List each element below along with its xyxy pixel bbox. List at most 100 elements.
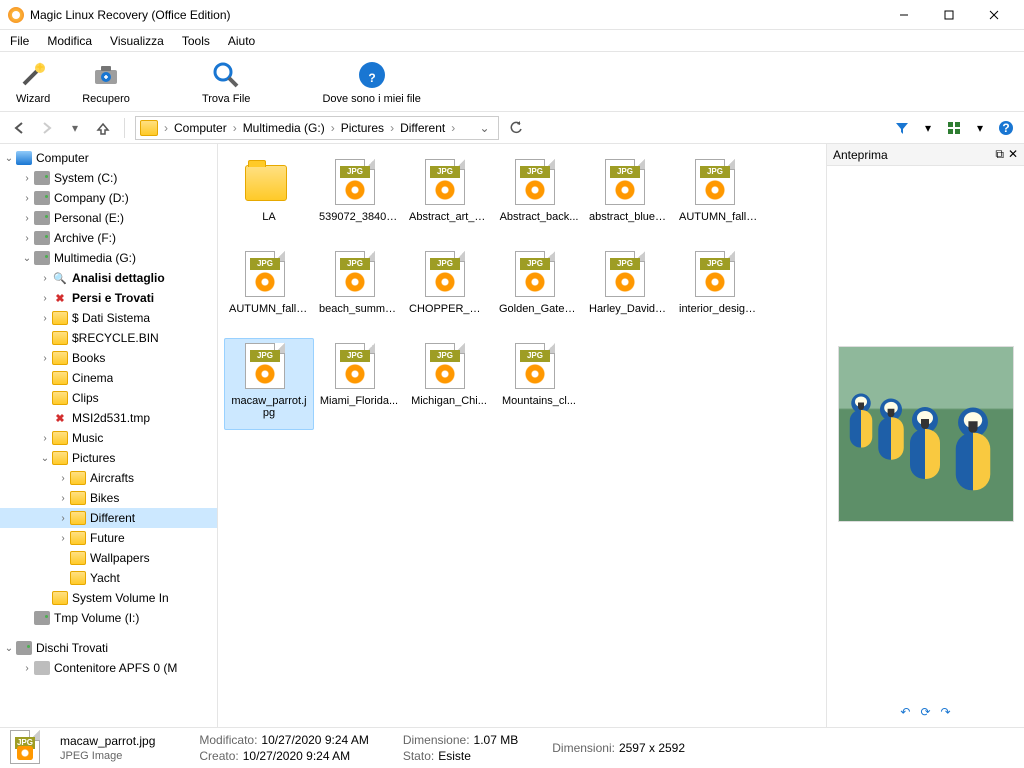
collapse-icon[interactable]: ⌄ (20, 253, 34, 264)
close-preview-button[interactable]: ✕ (1008, 147, 1018, 162)
tree-drive-i[interactable]: Tmp Volume (I:) (0, 608, 217, 628)
tree-music[interactable]: › Music (0, 428, 217, 448)
folder-tree[interactable]: ⌄ Computer › System (C:) › Company (D:) … (0, 144, 218, 727)
tree-yacht[interactable]: Yacht (0, 568, 217, 588)
status-filetype: JPEG Image (60, 750, 155, 762)
expand-icon[interactable]: › (56, 513, 70, 524)
popout-button[interactable]: ⧉ (995, 147, 1004, 162)
file-item-selected[interactable]: JPG macaw_parrot.jpg (224, 338, 314, 430)
expand-icon[interactable]: › (20, 173, 34, 184)
file-item[interactable]: JPG Harley_Davids... (584, 246, 674, 338)
file-item[interactable]: JPG interior_design... (674, 246, 764, 338)
menu-file[interactable]: File (8, 32, 31, 50)
collapse-icon[interactable]: ⌄ (2, 643, 16, 654)
tree-apfs[interactable]: › Contenitore APFS 0 (M (0, 658, 217, 678)
tree-bikes[interactable]: › Bikes (0, 488, 217, 508)
help-button[interactable]: ? (996, 118, 1016, 138)
expand-icon[interactable]: › (38, 313, 52, 324)
close-button[interactable] (971, 0, 1016, 30)
menu-tools[interactable]: Tools (180, 32, 212, 50)
menu-help[interactable]: Aiuto (226, 32, 257, 50)
file-item[interactable]: JPG abstract_blue_... (584, 154, 674, 246)
crumb-computer[interactable]: Computer (170, 121, 231, 135)
folder-item[interactable]: LA (224, 154, 314, 246)
expand-icon[interactable]: › (20, 663, 34, 674)
tree-analisi[interactable]: › 🔍 Analisi dettaglio (0, 268, 217, 288)
wizard-button[interactable]: Wizard (10, 57, 56, 107)
crumb-different[interactable]: Different (396, 121, 449, 135)
tree-persi[interactable]: › ✖ Persi e Trovati (0, 288, 217, 308)
jpg-icon: JPG (695, 159, 735, 205)
maximize-button[interactable] (926, 0, 971, 30)
rotate-left-button[interactable]: ↶ (900, 705, 910, 719)
tree-pictures[interactable]: ⌄ Pictures (0, 448, 217, 468)
file-item[interactable]: JPG Golden_Gate_f... (494, 246, 584, 338)
tree-computer[interactable]: ⌄ Computer (0, 148, 217, 168)
tree-found-disks[interactable]: ⌄ Dischi Trovati (0, 638, 217, 658)
expand-icon[interactable]: › (38, 353, 52, 364)
file-item[interactable]: JPG CHOPPER_mo... (404, 246, 494, 338)
file-item[interactable]: JPG Michigan_Chi... (404, 338, 494, 430)
chevron-down-icon[interactable]: ⌄ (475, 121, 493, 135)
tree-aircrafts[interactable]: › Aircrafts (0, 468, 217, 488)
svg-text:?: ? (1002, 121, 1009, 135)
refresh-preview-button[interactable]: ⟳ (920, 705, 930, 719)
tree-drive-g[interactable]: ⌄ Multimedia (G:) (0, 248, 217, 268)
tree-drive-e[interactable]: › Personal (E:) (0, 208, 217, 228)
recovery-button[interactable]: Recupero (76, 57, 136, 107)
expand-icon[interactable]: › (20, 213, 34, 224)
tree-drive-f[interactable]: › Archive (F:) (0, 228, 217, 248)
file-item[interactable]: JPG Abstract_back... (494, 154, 584, 246)
file-item[interactable]: JPG 539072_3840x... (314, 154, 404, 246)
where-button[interactable]: ? Dove sono i miei file (316, 57, 426, 107)
minimize-button[interactable] (881, 0, 926, 30)
view-dropdown[interactable]: ▾ (970, 118, 990, 138)
crumb-drive[interactable]: Multimedia (G:) (239, 121, 329, 135)
filter-dropdown[interactable]: ▾ (918, 118, 938, 138)
tree-wallpapers[interactable]: Wallpapers (0, 548, 217, 568)
file-item[interactable]: JPG AUTUMN_fall_... (224, 246, 314, 338)
file-item[interactable]: JPG beach_summe... (314, 246, 404, 338)
file-item[interactable]: JPG Mountains_cl... (494, 338, 584, 430)
find-button[interactable]: Trova File (196, 57, 257, 107)
expand-icon[interactable]: › (56, 473, 70, 484)
forward-button[interactable] (36, 117, 58, 139)
refresh-button[interactable] (505, 117, 527, 139)
expand-icon[interactable]: › (38, 293, 52, 304)
file-grid[interactable]: LA JPG 539072_3840x... JPG Abstract_art_… (218, 144, 826, 727)
back-button[interactable] (8, 117, 30, 139)
crumb-pictures[interactable]: Pictures (337, 121, 388, 135)
file-item[interactable]: JPG Abstract_art_b... (404, 154, 494, 246)
tree-sysvol[interactable]: System Volume In (0, 588, 217, 608)
file-item[interactable]: JPG Miami_Florida... (314, 338, 404, 430)
collapse-icon[interactable]: ⌄ (38, 453, 52, 464)
menu-edit[interactable]: Modifica (45, 32, 94, 50)
history-dropdown[interactable]: ▾ (64, 117, 86, 139)
tree-different[interactable]: › Different (0, 508, 217, 528)
tree-cinema[interactable]: Cinema (0, 368, 217, 388)
view-button[interactable] (944, 118, 964, 138)
filter-button[interactable] (892, 118, 912, 138)
tree-recycle[interactable]: $RECYCLE.BIN (0, 328, 217, 348)
expand-icon[interactable]: › (20, 193, 34, 204)
tree-clips[interactable]: Clips (0, 388, 217, 408)
expand-icon[interactable]: › (38, 273, 52, 284)
folder-icon (245, 165, 287, 201)
tree-dati[interactable]: › $ Dati Sistema (0, 308, 217, 328)
file-item[interactable]: JPG AUTUMN_fall_... (674, 154, 764, 246)
expand-icon[interactable]: › (20, 233, 34, 244)
menu-view[interactable]: Visualizza (108, 32, 166, 50)
tree-books[interactable]: › Books (0, 348, 217, 368)
tree-drive-d[interactable]: › Company (D:) (0, 188, 217, 208)
expand-icon[interactable]: › (56, 493, 70, 504)
expand-icon[interactable]: › (56, 533, 70, 544)
breadcrumb[interactable]: › Computer › Multimedia (G:) › Pictures … (135, 116, 499, 140)
tree-future[interactable]: › Future (0, 528, 217, 548)
expand-icon[interactable]: › (38, 433, 52, 444)
jpg-icon: JPG (245, 251, 285, 297)
collapse-icon[interactable]: ⌄ (2, 153, 16, 164)
rotate-right-button[interactable]: ↷ (941, 705, 951, 719)
up-button[interactable] (92, 117, 114, 139)
tree-tmp-file[interactable]: ✖ MSI2d531.tmp (0, 408, 217, 428)
tree-drive-c[interactable]: › System (C:) (0, 168, 217, 188)
